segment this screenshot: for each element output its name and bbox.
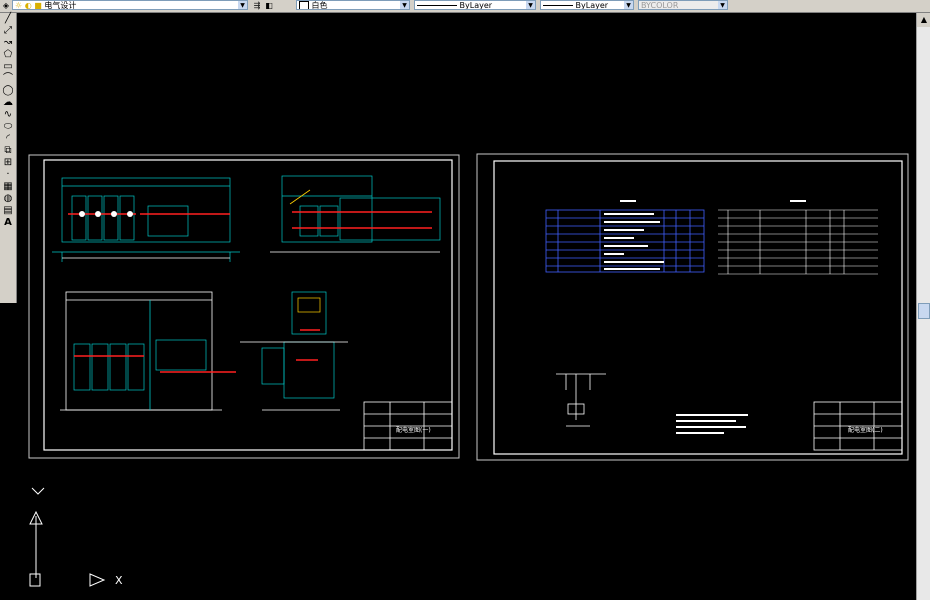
sheet-right-inner-frame	[493, 160, 903, 455]
spline-tool-icon[interactable]: ∿	[0, 109, 16, 121]
color-swatch	[299, 1, 309, 9]
ellipse-arc-tool-icon[interactable]: ◜	[0, 133, 16, 145]
properties-toolbar: ◈ ☼ ◐ ■ 电气设计 ▼ ⇶ ◧ 白色 ▼ ByLayer ▼ ByLaye…	[0, 0, 930, 13]
cabinets-plan-a	[73, 339, 207, 391]
title-block-left	[363, 401, 453, 451]
title-block-right-name: 配电室图(二)	[848, 426, 883, 434]
linetype-preview	[417, 5, 457, 6]
lineweight-combo[interactable]: ByLayer ▼	[540, 0, 634, 10]
sheet-left: 配电室图(一)	[28, 154, 460, 459]
rectangle-tool-icon[interactable]: ▭	[0, 61, 16, 73]
title-block-right	[813, 401, 903, 451]
point-tool-icon[interactable]: ·	[0, 169, 16, 181]
ucs-icon	[29, 487, 106, 587]
revision-cloud-tool-icon[interactable]: ☁	[0, 97, 16, 109]
elevation-view-a	[52, 177, 240, 262]
layer-value: 电气设计	[44, 1, 77, 10]
region-tool-icon[interactable]: ◍	[0, 193, 16, 205]
make-block-tool-icon[interactable]: ⊞	[0, 157, 16, 169]
sheet-right: 配电室图(二)	[476, 153, 909, 461]
linetype-value: ByLayer	[459, 1, 493, 10]
chevron-down-icon[interactable]: ▼	[624, 1, 633, 9]
line-tool-icon[interactable]: ╱	[0, 13, 16, 25]
ucs-x-label: X	[115, 574, 123, 587]
insert-block-tool-icon[interactable]: ⧉	[0, 145, 16, 157]
plotstyle-value: BYCOLOR	[641, 1, 679, 10]
sheet-left-outer-frame	[28, 154, 460, 459]
chevron-down-icon[interactable]: ▼	[238, 1, 247, 9]
mtext-tool-icon[interactable]: A	[0, 217, 16, 229]
ellipse-tool-icon[interactable]: ⬭	[0, 121, 16, 133]
linetype-combo[interactable]: ByLayer ▼	[414, 0, 536, 10]
model-space-canvas[interactable]: 配电室图(一) 配电室图(二) X	[17, 13, 914, 600]
lineweight-preview	[543, 5, 573, 6]
table-tool-icon[interactable]: ▤	[0, 205, 16, 217]
scroll-up-icon[interactable]: ▲	[917, 13, 930, 27]
leader-yellow	[289, 189, 311, 205]
material-table-white	[718, 209, 878, 275]
chevron-down-icon[interactable]: ▼	[400, 1, 409, 9]
hatch-tool-icon[interactable]: ▦	[0, 181, 16, 193]
plotstyle-combo[interactable]: BYCOLOR ▼	[638, 0, 728, 10]
polygon-tool-icon[interactable]: ⬠	[0, 49, 16, 61]
equipment-table-text	[604, 200, 664, 270]
busbar-red-d	[296, 329, 320, 361]
grounding-detail	[556, 373, 606, 427]
layer-manager-icon[interactable]: ◈	[1, 0, 11, 11]
section-view	[240, 291, 348, 411]
sheet-left-inner-frame	[43, 159, 453, 451]
draw-toolbar: ╱ ⤢ ↝ ⬠ ▭ ⌒ ◯ ☁ ∿ ⬭ ◜ ⧉ ⊞ · ▦ ◍ ▤ A	[0, 13, 17, 303]
chevron-down-icon[interactable]: ▼	[718, 1, 727, 9]
make-object-layer-current-icon[interactable]: ⇶	[252, 0, 262, 11]
scroll-thumb[interactable]	[918, 303, 930, 319]
vertical-scrollbar[interactable]: ▲	[916, 13, 930, 600]
circle-tool-icon[interactable]: ◯	[0, 85, 16, 97]
elevation-view-b	[270, 175, 441, 253]
color-combo[interactable]: 白色 ▼	[296, 0, 410, 10]
arc-tool-icon[interactable]: ⌒	[0, 73, 16, 85]
color-value: 白色	[311, 1, 328, 10]
lineweight-value: ByLayer	[575, 1, 609, 10]
notes-text	[676, 414, 748, 434]
busbar-red-b	[292, 211, 432, 229]
layer-combo[interactable]: ☼ ◐ ■ 电气设计 ▼	[12, 0, 248, 10]
layer-previous-icon[interactable]: ◧	[264, 0, 274, 11]
layer-state-icon: ☼ ◐ ■	[15, 1, 42, 10]
title-block-left-name: 配电室图(一)	[396, 426, 431, 434]
material-table-title-mark	[790, 200, 806, 202]
polyline-tool-icon[interactable]: ↝	[0, 37, 16, 49]
plan-view-a	[60, 291, 222, 411]
construction-line-tool-icon[interactable]: ⤢	[0, 25, 16, 37]
chevron-down-icon[interactable]: ▼	[526, 1, 535, 9]
